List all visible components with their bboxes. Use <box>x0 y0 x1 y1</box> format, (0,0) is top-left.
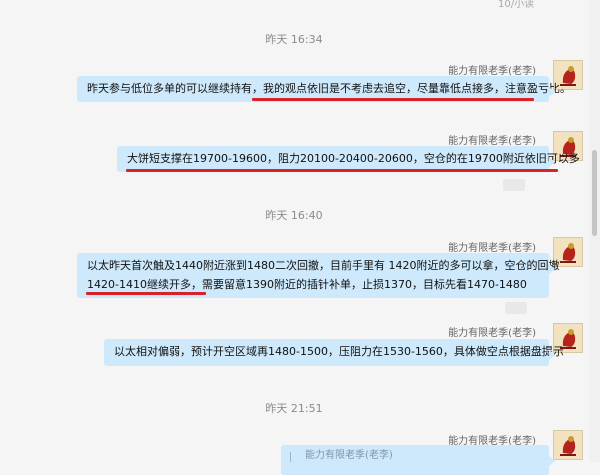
red-underline <box>252 98 534 101</box>
chat-history: 10/小读 昨天 16:34 能力有限老季(老李) 昨天参与低位多单的可以继续持… <box>0 0 600 475</box>
watermark <box>505 302 527 314</box>
read-status-text: 10/小读 <box>498 0 535 10</box>
sender-name: 能力有限老季(老李) <box>448 328 536 339</box>
timestamp: 昨天 16:40 <box>265 209 323 222</box>
message-text-line: 以太昨天首次触及1440附近涨到1480二次回撤，目前手里有 1420附近的多可… <box>87 259 560 272</box>
sender-name: 能力有限老季(老李) <box>448 136 536 147</box>
avatar[interactable] <box>553 430 583 460</box>
message-text: 以太相对偏弱，预计开空区域再1480-1500，压阻力在1530-1560，具体… <box>114 345 564 358</box>
quoted-message-bubble[interactable]: 能力有限老季(老李) <box>281 445 555 475</box>
watermark <box>503 179 525 191</box>
timestamp: 昨天 16:34 <box>265 33 323 46</box>
timestamp: 昨天 21:51 <box>265 402 323 415</box>
message-bubble[interactable]: 以太相对偏弱，预计开空区域再1480-1500，压阻力在1530-1560，具体… <box>104 339 564 366</box>
quoted-sender: 能力有限老季(老李) <box>305 450 393 461</box>
scrollbar-thumb[interactable] <box>592 150 597 236</box>
message-text: 昨天参与低位多单的可以继续持有，我的观点依旧是不考虑去追空，尽量靠低点接多，注意… <box>87 82 571 95</box>
quote-bar <box>290 452 291 462</box>
red-underline <box>86 292 206 295</box>
message-text: 大饼短支撑在19700-19600，阻力20100-20400-20600，空仓… <box>127 152 580 165</box>
read-status: 10/小读 <box>0 0 600 12</box>
sender-name: 能力有限老季(老李) <box>448 66 536 77</box>
sender-name: 能力有限老季(老李) <box>448 243 536 254</box>
scorpion-king-avatar-icon <box>554 431 582 459</box>
red-underline <box>126 169 558 172</box>
